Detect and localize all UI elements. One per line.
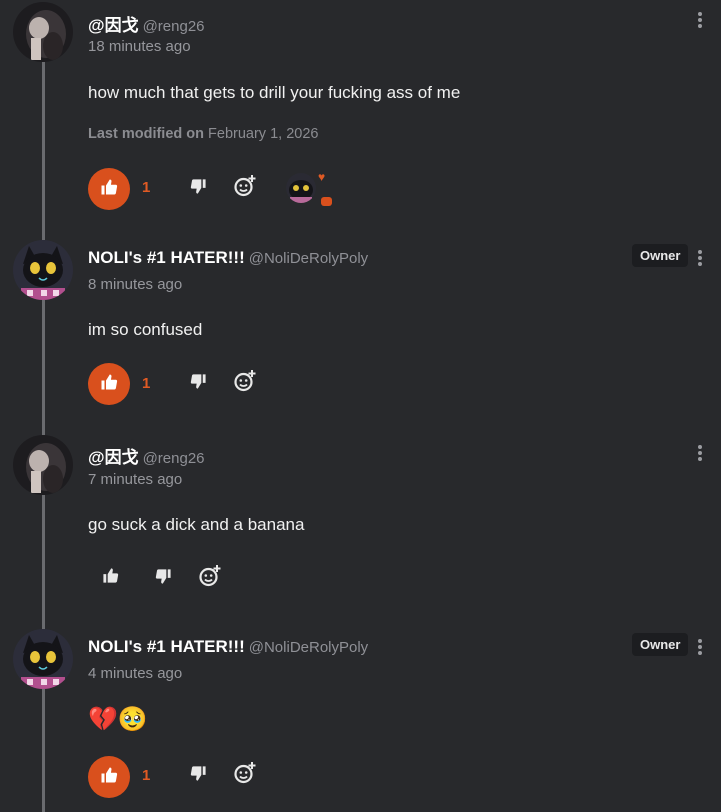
avatar[interactable] [13, 240, 73, 300]
add-reaction-button[interactable] [231, 761, 259, 789]
thumbs-down-icon [190, 765, 207, 787]
like-count: 1 [142, 767, 151, 784]
comment-header: @因戈 @reng26 [88, 443, 205, 468]
avatar[interactable] [13, 2, 73, 62]
last-modified: Last modified on February 1, 2026 [88, 126, 318, 142]
add-reaction-button[interactable] [231, 174, 259, 202]
like-button[interactable] [96, 564, 124, 592]
modified-date: February 1, 2026 [208, 126, 319, 142]
dislike-button[interactable] [184, 762, 212, 790]
author-handle[interactable]: @NoliDeRolyPoly [249, 639, 368, 656]
reply-badge-icon [321, 197, 332, 206]
like-button[interactable] [88, 168, 130, 210]
like-count: 1 [142, 179, 151, 196]
avatar[interactable] [13, 435, 73, 495]
comment-header: NOLI's #1 HATER!!! @NoliDeRolyPoly [88, 637, 368, 657]
kebab-menu-icon[interactable] [692, 10, 708, 32]
like-button[interactable] [88, 756, 130, 798]
thumbs-down-icon [155, 568, 172, 590]
dislike-button[interactable] [149, 565, 177, 593]
owner-badge: Owner [632, 244, 689, 267]
heart-icon: ♥ [318, 170, 326, 184]
author-name[interactable]: NOLI's #1 HATER!!! [88, 248, 245, 267]
dislike-button[interactable] [184, 370, 212, 398]
author-handle[interactable]: @reng26 [143, 18, 205, 35]
author-handle[interactable]: @reng26 [143, 450, 205, 467]
add-emoji-icon [233, 761, 257, 790]
thumbs-up-icon [100, 373, 118, 396]
kebab-menu-icon[interactable] [692, 443, 708, 465]
add-reaction-button[interactable] [196, 564, 224, 592]
kebab-menu-icon[interactable] [692, 248, 708, 270]
author-name[interactable]: @因戈 [88, 16, 139, 35]
like-button[interactable] [88, 363, 130, 405]
timestamp[interactable]: 18 minutes ago [88, 38, 191, 55]
author-name[interactable]: @因戈 [88, 448, 139, 467]
avatar[interactable] [13, 629, 73, 689]
add-emoji-icon [233, 174, 257, 203]
timestamp[interactable]: 4 minutes ago [88, 665, 182, 682]
add-emoji-icon [233, 369, 257, 398]
author-handle[interactable]: @NoliDeRolyPoly [249, 250, 368, 267]
like-count: 1 [142, 375, 151, 392]
thumbs-down-icon [190, 178, 207, 200]
author-name[interactable]: NOLI's #1 HATER!!! [88, 637, 245, 656]
dislike-button[interactable] [184, 175, 212, 203]
timestamp[interactable]: 8 minutes ago [88, 276, 182, 293]
add-reaction-button[interactable] [231, 369, 259, 397]
comment-header: @因戈 @reng26 [88, 11, 205, 36]
comment-text: 💔🥹 [88, 706, 148, 733]
comment-text: im so confused [88, 320, 203, 339]
comment-header: NOLI's #1 HATER!!! @NoliDeRolyPoly [88, 248, 368, 268]
thumbs-down-icon [190, 373, 207, 395]
modified-label: Last modified on [88, 126, 204, 142]
comment-text: go suck a dick and a banana [88, 515, 305, 534]
add-emoji-icon [198, 564, 222, 593]
thread-line [42, 52, 45, 812]
thumbs-up-icon [102, 567, 119, 589]
timestamp[interactable]: 7 minutes ago [88, 471, 182, 488]
thumbs-up-icon [100, 766, 118, 789]
owner-badge: Owner [632, 633, 689, 656]
reaction-avatar[interactable] [286, 173, 316, 203]
kebab-menu-icon[interactable] [692, 637, 708, 659]
comment-text: how much that gets to drill your fucking… [88, 83, 461, 102]
thumbs-up-icon [100, 178, 118, 201]
